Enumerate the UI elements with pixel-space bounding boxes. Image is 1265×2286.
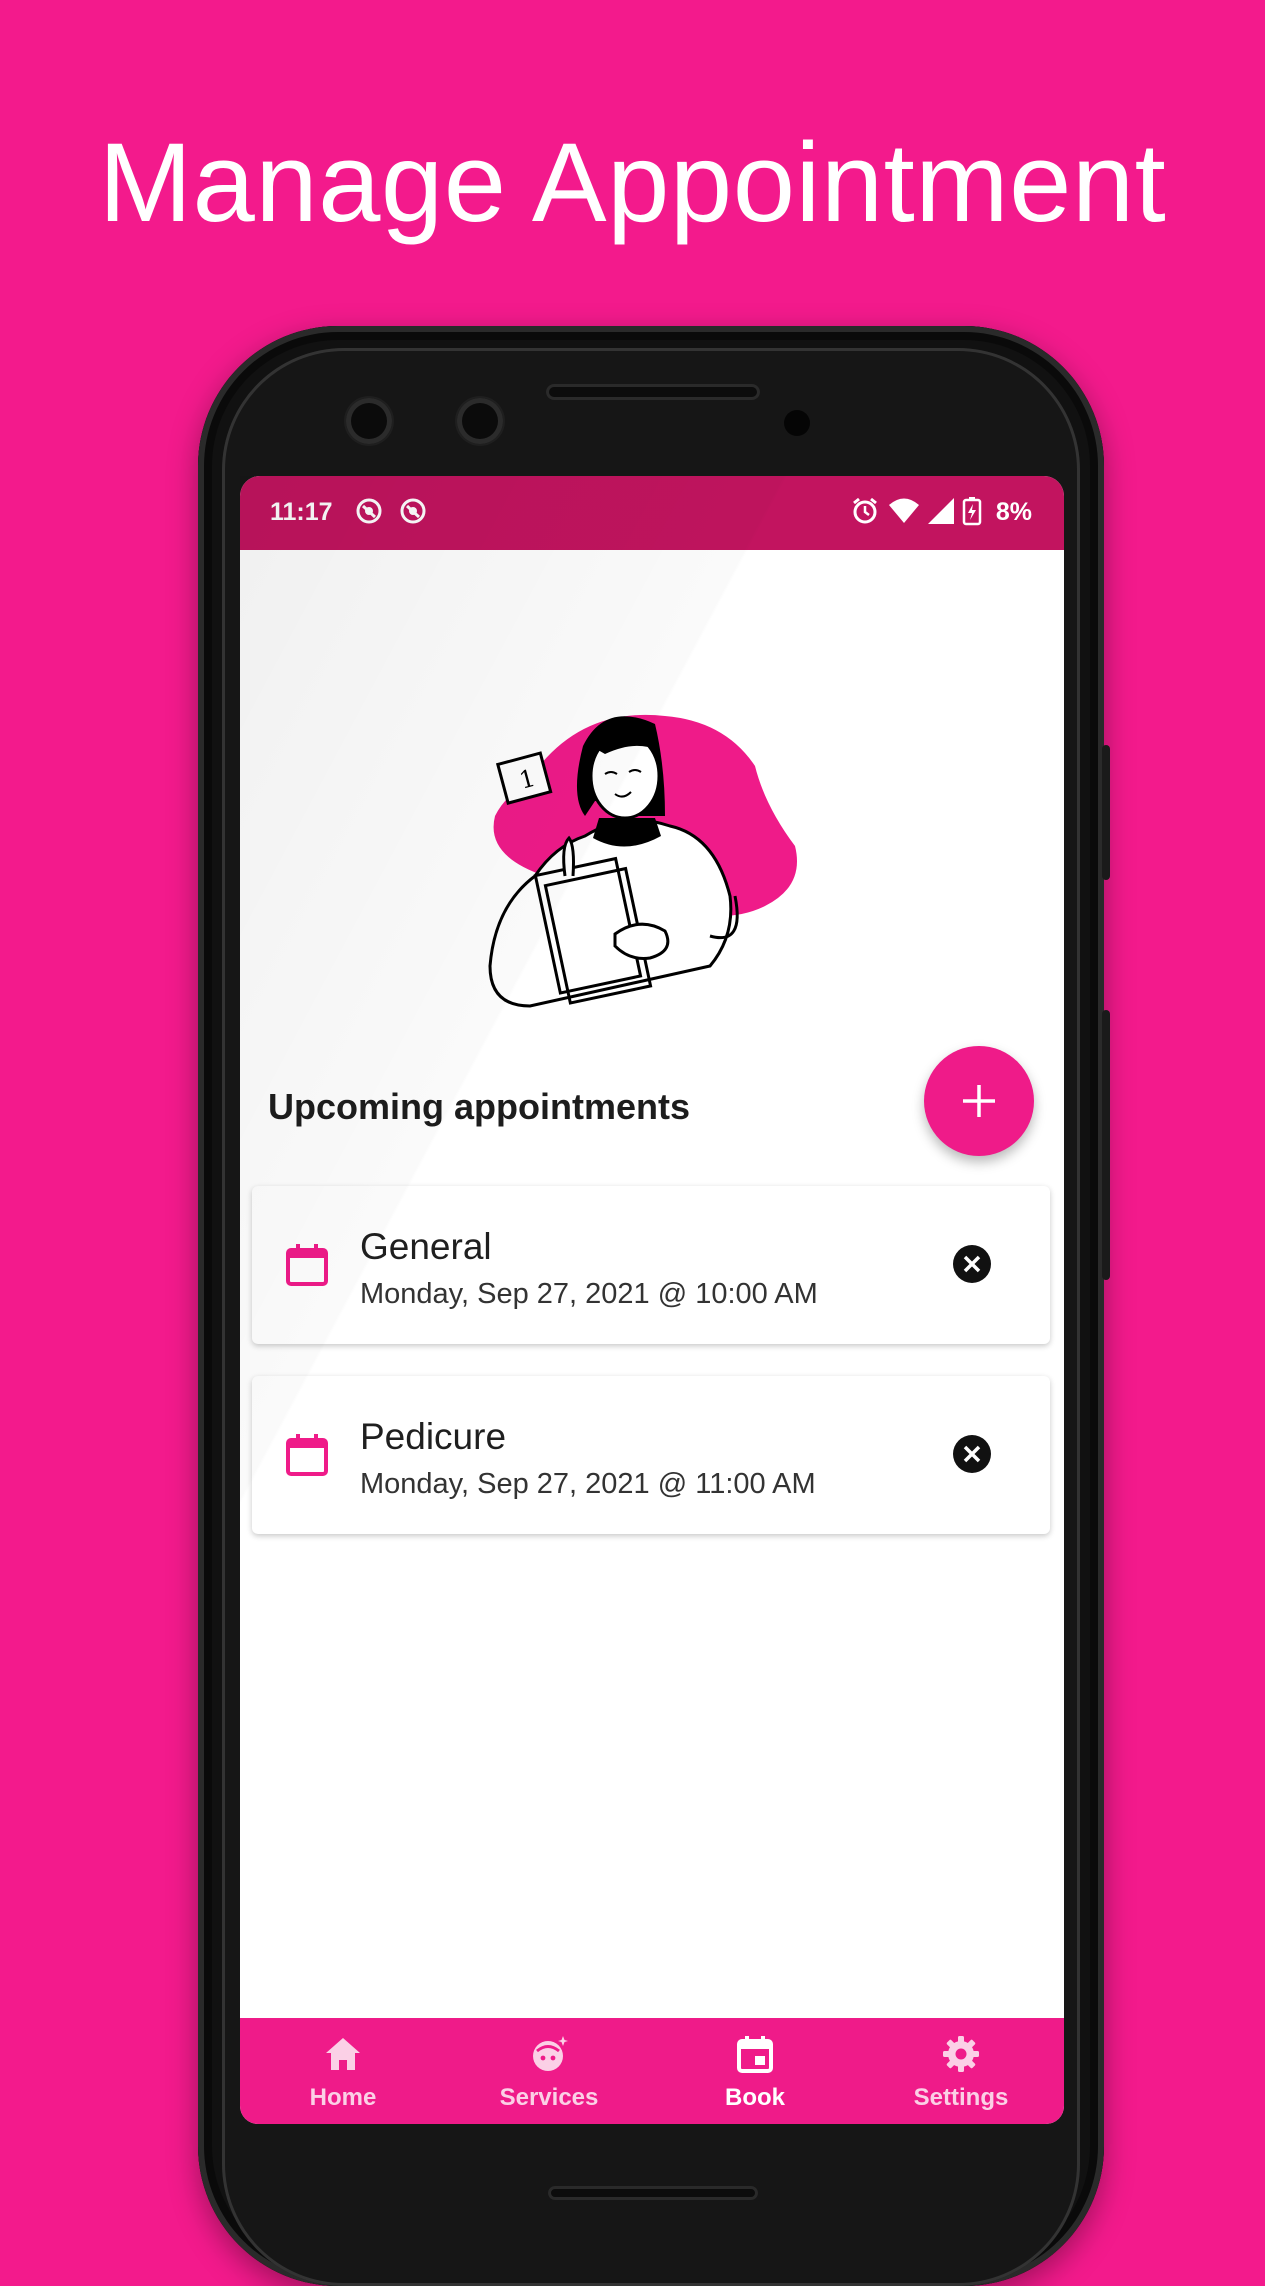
promo-headline: Manage Appointment [98,120,1167,245]
signal-icon [928,498,954,524]
front-camera [346,398,392,444]
gear-icon [943,2036,979,2072]
cancel-appointment-icon[interactable] [952,1244,992,1284]
phone-side-button [1102,745,1110,880]
cancel-appointment-icon[interactable] [952,1434,992,1474]
app-screen: 11:17 8% 1 Upcoming appointments General… [240,476,1064,2124]
calendar-icon [286,1434,328,1476]
appointment-card[interactable]: Pedicure Monday, Sep 27, 2021 @ 11:00 AM [252,1376,1050,1534]
nav-settings-label: Settings [913,2084,1009,2111]
nav-services[interactable]: Services [446,2018,652,2124]
nav-home-label: Home [309,2084,377,2111]
status-bar: 11:17 8% [240,476,1064,550]
nav-services-label: Services [499,2084,599,2111]
wifi-icon [889,498,919,523]
earpiece-speaker [546,384,760,400]
appointment-illustration: 1 [488,714,797,1008]
add-appointment-button[interactable] [924,1046,1034,1156]
bottom-speaker [548,2186,758,2200]
appointment-title: General [360,1226,492,1267]
battery-charging-icon [962,497,982,526]
nav-book-label: Book [725,2084,785,2111]
front-camera [457,398,503,444]
app-notification-icon [400,498,426,524]
calendar-icon [286,1244,328,1286]
nav-book[interactable]: Book [652,2018,858,2124]
app-notification-icon [356,498,382,524]
appointment-card[interactable]: General Monday, Sep 27, 2021 @ 10:00 AM [252,1186,1050,1344]
bottom-navigation: Home Services Book Settings [240,2018,1064,2124]
nav-home[interactable]: Home [240,2018,446,2124]
appointment-datetime: Monday, Sep 27, 2021 @ 10:00 AM [360,1278,818,1310]
status-time: 11:17 [270,498,333,526]
appointment-datetime: Monday, Sep 27, 2021 @ 11:00 AM [360,1468,816,1500]
alarm-icon [853,497,877,524]
face-sparkle-icon [533,2036,568,2071]
appointment-title: Pedicure [360,1416,507,1457]
nav-settings[interactable]: Settings [858,2018,1064,2124]
battery-percent: 8% [995,498,1032,526]
phone-volume-button [1102,1010,1110,1280]
home-icon [326,2038,360,2070]
calendar-icon [737,2036,773,2073]
plus-icon [963,1085,995,1117]
proximity-sensor [784,410,810,436]
section-title: Upcoming appointments [268,1086,690,1127]
